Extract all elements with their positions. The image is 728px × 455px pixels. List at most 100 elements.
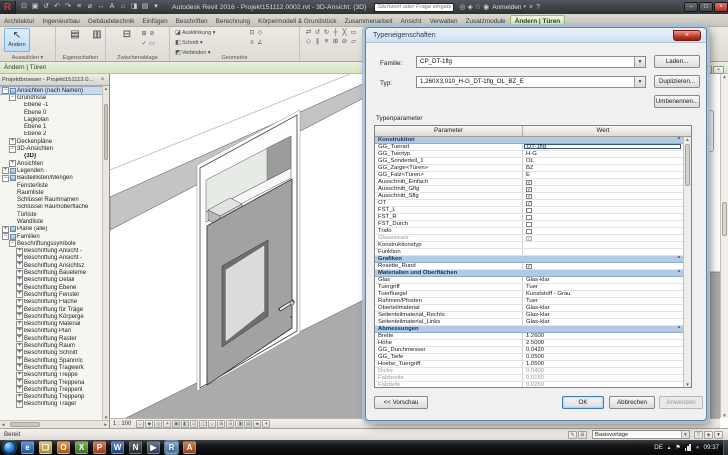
modify-tool-icon-2[interactable]: ↻ [322, 28, 331, 37]
redo-icon[interactable]: ↷ [63, 2, 73, 12]
view-close-icon[interactable]: × [713, 66, 724, 74]
scroll-up-icon[interactable]: ▲ [103, 86, 109, 91]
expand-icon[interactable]: + [16, 364, 23, 371]
cut-icon[interactable]: ⊘ [148, 30, 156, 37]
parameter-row[interactable]: GlasGlas-klar [375, 277, 683, 284]
parameter-value[interactable]: 0.0150 [523, 375, 683, 381]
tray-clock[interactable]: 09:37 [704, 444, 719, 451]
start-button[interactable] [3, 441, 16, 454]
expand-icon[interactable]: + [16, 255, 23, 262]
parameter-row[interactable]: OT✓ [375, 200, 683, 207]
action-center-icon[interactable]: ⚑ [675, 444, 681, 451]
expand-icon[interactable]: + [16, 379, 23, 386]
browser-vertical-scrollbar[interactable]: ▲ ▼ [102, 86, 109, 420]
print-icon[interactable]: ≡ [74, 2, 84, 12]
tree-item[interactable]: +Deckenpläne [0, 138, 109, 145]
checkbox-unchecked[interactable] [526, 215, 532, 221]
tree-item[interactable]: +Beschriftung Schnitt [0, 350, 109, 357]
parameter-row[interactable]: Dicke0.0400 [375, 368, 683, 375]
worksets-icon[interactable]: ✎ [568, 431, 577, 439]
revit-app-menu-icon[interactable]: R [0, 1, 16, 14]
parameter-row[interactable]: Ausschnitt_Gflg✓ [375, 186, 683, 193]
view-control-icon-14[interactable]: ▾ [262, 420, 270, 428]
checkbox-unchecked[interactable] [526, 229, 532, 235]
taskbar-explorer-icon[interactable]: ❑ [39, 441, 52, 454]
dialog-close-button[interactable]: × [673, 30, 701, 41]
tree-item[interactable]: −Bauteillisten/Mengen [0, 175, 109, 182]
parameter-value[interactable]: ✓ [523, 263, 683, 269]
scrollbar-thumb[interactable] [685, 144, 690, 186]
tree-item[interactable]: +Beschriftung Detail [0, 277, 109, 284]
modify-button[interactable]: ↖ Ändern [4, 28, 30, 52]
signin-user-icon[interactable]: ◉ [483, 3, 489, 11]
parameter-row[interactable]: GG_Falz<Türen>E [375, 172, 683, 179]
parameter-value[interactable]: Glas-klar [523, 312, 683, 318]
parameter-row[interactable]: Glaseinsatz✓ [375, 235, 683, 242]
expand-icon[interactable]: + [16, 372, 23, 379]
expand-icon[interactable]: + [16, 335, 23, 342]
expand-icon[interactable]: + [16, 350, 23, 357]
tree-item[interactable]: Lageplan [0, 116, 109, 123]
parameter-column-header[interactable]: Parameter [375, 126, 523, 136]
view-control-icon-8[interactable]: ◇ [208, 420, 216, 428]
search-go-icon[interactable]: ◎ [459, 3, 465, 11]
tree-item[interactable]: +Beschriftung Ebene [0, 284, 109, 291]
close-button[interactable]: × [714, 2, 728, 12]
ok-button[interactable]: OK [562, 396, 604, 409]
checkbox-checked[interactable]: ✓ [526, 264, 532, 270]
family-combobox[interactable]: CP_DT-1flg ▼ [416, 56, 646, 68]
parameter-row[interactable]: OberteilmaterialGlas-klar [375, 305, 683, 312]
taskbar-app-red-icon[interactable]: P [93, 441, 106, 454]
parameter-value[interactable]: Kunststoff - Grau [523, 291, 683, 297]
parameter-value[interactable] [523, 207, 683, 213]
tree-item[interactable]: +Pläne (alle) [0, 226, 109, 233]
taskbar-app-green-icon[interactable]: X [75, 441, 88, 454]
parameter-row[interactable]: Ausschnitt_Sflg✓ [375, 193, 683, 200]
expand-icon[interactable]: + [16, 357, 23, 364]
parameter-row[interactable]: GG_Sonderteil_1OL [375, 158, 683, 165]
panel-select-label[interactable]: Auswählen ▾ [0, 55, 55, 61]
ribbon-tab-8[interactable]: Ansicht [397, 16, 426, 26]
expand-icon[interactable]: + [9, 138, 16, 145]
design-options-icon[interactable]: ⊞ [578, 431, 587, 439]
aligned-dimension-icon[interactable]: ↔ [96, 2, 106, 12]
tree-item[interactable]: +Beschriftung Ansicht - [0, 255, 109, 262]
parameter-value[interactable] [523, 249, 683, 255]
ribbon-tab-0[interactable]: Architektur [0, 16, 39, 26]
show-desktop-button[interactable] [723, 440, 728, 455]
parameter-value[interactable]: Tuer [523, 298, 683, 304]
parameter-value[interactable]: Glas-klar [523, 277, 683, 283]
match-type-icon[interactable]: ✓ [140, 40, 148, 47]
geometry-extra3-icon[interactable]: ≡ [248, 40, 256, 46]
expand-icon[interactable]: + [16, 277, 23, 284]
expand-icon[interactable]: + [16, 306, 23, 313]
tree-item[interactable]: +Beschriftung Tragwerk [0, 364, 109, 371]
collapse-icon[interactable]: − [2, 87, 9, 94]
parameter-value[interactable]: 0.0420 [523, 347, 683, 353]
expand-icon[interactable]: + [16, 291, 23, 298]
parameter-value[interactable]: Glas-klar [523, 305, 683, 311]
tree-item[interactable]: −Beschriftungssymbole [0, 240, 109, 247]
scrollbar-thumb[interactable] [722, 202, 727, 236]
signin-caret-icon[interactable]: ▾ [524, 4, 527, 10]
tree-item[interactable]: Fensterliste [0, 182, 109, 189]
rename-button[interactable]: Umbenennen... [654, 95, 700, 108]
parameter-group-header[interactable]: Abmessungen* [375, 326, 683, 333]
tree-item[interactable]: −3D-Ansichten [0, 145, 109, 152]
value-column-header[interactable]: Wert [523, 126, 683, 136]
parameter-row[interactable]: GG_Zarge<Türen>BZ [375, 165, 683, 172]
parameter-value[interactable]: H-G [523, 151, 683, 157]
parameter-row[interactable]: Trafo [375, 228, 683, 235]
tree-item[interactable]: Ebene 2 [0, 131, 109, 138]
filter-icon[interactable]: ▼ [714, 431, 723, 439]
checkbox-unchecked[interactable] [526, 222, 532, 228]
network-icon[interactable] [685, 444, 692, 451]
tree-item[interactable]: +Beschriftung Material [0, 321, 109, 328]
ribbon-tab-7[interactable]: Zusammenarbeit [341, 16, 397, 26]
paste-button[interactable]: ⊟ [114, 28, 140, 52]
parameter-row[interactable]: Seitenteilmaterial_LinksGlas-klar [375, 319, 683, 326]
collapse-icon[interactable]: − [9, 240, 16, 247]
parameter-row[interactable]: GG_TuertypH-G [375, 151, 683, 158]
taskbar-ie-icon[interactable]: e [21, 441, 34, 454]
parameter-value[interactable]: Tuer [523, 284, 683, 290]
